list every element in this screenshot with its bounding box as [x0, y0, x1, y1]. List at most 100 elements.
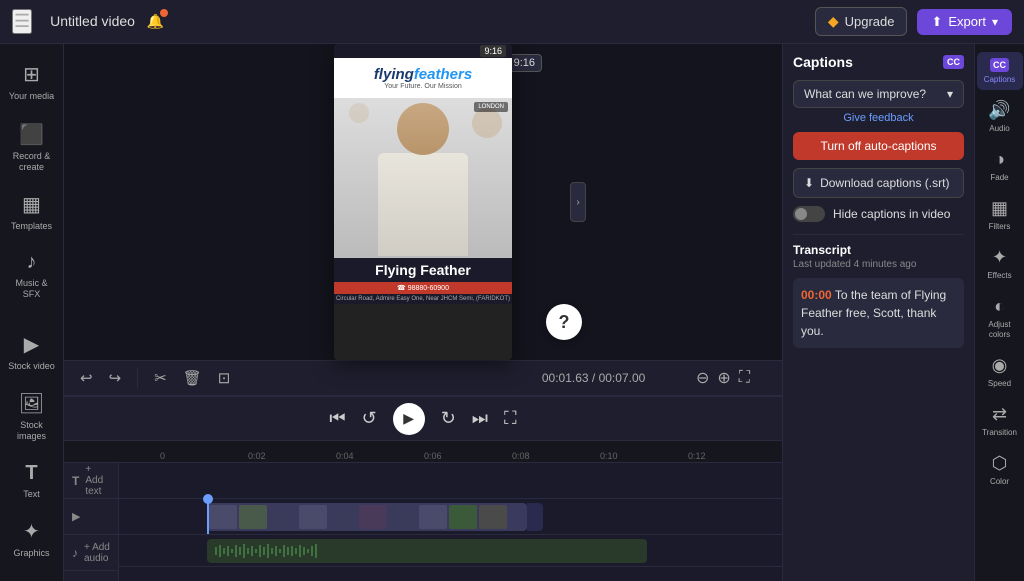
- sidebar-item-effects[interactable]: ✦ Effects: [977, 241, 1023, 286]
- panel-header: Captions CC: [793, 54, 964, 70]
- clip-thumbnail-10: [479, 505, 507, 529]
- delete-button[interactable]: 🗑: [179, 367, 206, 389]
- improve-button[interactable]: What can we improve? ▾: [793, 80, 964, 108]
- clip-end: [527, 503, 543, 531]
- topbar: ☰ Untitled video 🔔 ◆ Upgrade ⬆ Export ▾: [0, 0, 1024, 44]
- playhead[interactable]: [207, 499, 209, 534]
- clip-thumbnail-4: [299, 505, 327, 529]
- upload-icon: ⬆: [931, 14, 942, 30]
- sidebar-item-stock-video[interactable]: ▶ Stock video: [4, 324, 60, 379]
- transition-icon: ⇄: [992, 404, 1007, 425]
- fullscreen-button[interactable]: ⛶: [504, 408, 517, 429]
- sidebar-item-transition[interactable]: ⇄ Transition: [977, 398, 1023, 443]
- main-area: ⊞ Your media ⬛ Record &create ▦ Template…: [0, 44, 1024, 581]
- sidebar-item-captions[interactable]: CC Captions: [977, 52, 1023, 90]
- diamond-icon: ◆: [828, 13, 839, 30]
- color-icon: ⬡: [992, 453, 1008, 474]
- timeline-controls: ↩ ↪ ✂ 🗑 ⊡ 00:01.63 / 00:07.00 ⊖ ⊕ ⛶: [64, 360, 782, 396]
- hide-captions-toggle[interactable]: [793, 206, 825, 222]
- clip-thumbnail-5: [329, 505, 357, 529]
- sidebar-item-record-create[interactable]: ⬛ Record &create: [4, 114, 60, 181]
- rewind-button[interactable]: ↺: [362, 408, 377, 429]
- clip-thumbnail-1: [209, 505, 237, 529]
- play-button[interactable]: ▶: [393, 403, 425, 435]
- speed-icon: ◉: [992, 355, 1008, 376]
- sidebar-item-audio[interactable]: 🔊 Audio: [977, 94, 1023, 139]
- sidebar-item-templates[interactable]: ▦ Templates: [4, 184, 60, 239]
- video-track-icon: ▶: [72, 510, 80, 523]
- sidebar-item-stock-images[interactable]: 🖼 Stockimages: [4, 383, 60, 450]
- video-track-row: [119, 499, 782, 535]
- audio-track-label[interactable]: ♪ + Add audio: [64, 535, 118, 571]
- video-top-bar: 9:16: [334, 44, 512, 58]
- sidebar-item-speed[interactable]: ◉ Speed: [977, 349, 1023, 394]
- audio-icon: 🔊: [988, 100, 1010, 121]
- toggle-knob: [795, 208, 807, 220]
- help-button[interactable]: ?: [546, 304, 582, 340]
- export-button[interactable]: ⬆ Export ▾: [917, 9, 1012, 35]
- video-bottom-bar: Circular Road, Admire Easy One, Near JHC…: [334, 294, 512, 304]
- timeline-tracks[interactable]: [119, 463, 782, 581]
- adjust-colors-icon: ◐: [994, 296, 1005, 317]
- skip-to-end-button[interactable]: ⏭: [472, 408, 488, 429]
- center-area: 9:16 9:16 flyingfeathers Your Future. Ou…: [64, 44, 782, 581]
- video-track-label[interactable]: ▶: [64, 499, 118, 535]
- video-person-area: LONDON: [334, 98, 512, 258]
- chevron-down-icon: ▾: [947, 87, 953, 101]
- redo-button[interactable]: ↪: [105, 367, 126, 389]
- sidebar-item-filters[interactable]: ▦ Filters: [977, 192, 1023, 237]
- text-track-label[interactable]: T + Add text: [64, 463, 118, 499]
- menu-button[interactable]: ☰: [12, 9, 32, 34]
- fit-to-screen-button[interactable]: ⛶: [739, 368, 750, 388]
- transcript-section: Transcript Last updated 4 minutes ago 00…: [793, 234, 964, 348]
- playhead-head: [203, 494, 213, 504]
- zoom-controls: ⊖ ⊕ ⛶: [696, 368, 750, 388]
- time-display: 00:01.63 / 00:07.00: [542, 371, 645, 385]
- chevron-down-icon: ▾: [992, 15, 998, 29]
- video-contact-bar: ☎ 98880-60900: [334, 282, 512, 294]
- forward-button[interactable]: ↻: [441, 408, 456, 429]
- sidebar-item-transitions[interactable]: ⇄ Transitions: [4, 570, 60, 581]
- download-srt-button[interactable]: ⬇ Download captions (.srt): [793, 168, 964, 198]
- playback-controls: ⏮ ↺ ▶ ↻ ⏭ ⛶: [64, 396, 782, 440]
- canvas-area: 9:16 9:16 flyingfeathers Your Future. Ou…: [64, 44, 782, 360]
- collapse-panel-button[interactable]: ›: [570, 182, 586, 222]
- zoom-in-button[interactable]: ⊕: [717, 368, 730, 388]
- stock-images-icon: 🖼: [19, 391, 44, 416]
- auto-captions-button[interactable]: Turn off auto-captions: [793, 132, 964, 160]
- timeline-left-col: T + Add text ▶ ♪ + Add audio: [64, 463, 119, 581]
- upgrade-button[interactable]: ◆ Upgrade: [815, 7, 908, 36]
- audio-track-icon: ♪: [72, 546, 78, 560]
- waveform-svg: [215, 543, 635, 559]
- transcript-text[interactable]: 00:00 To the team of Flying Feather free…: [793, 278, 964, 348]
- sidebar-item-text[interactable]: T Text: [4, 454, 60, 507]
- sidebar-item-fade[interactable]: ◑ Fade: [977, 143, 1023, 188]
- captions-icon: CC: [990, 58, 1009, 72]
- ruler-ticks: 0 0:02 0:04 0:06 0:08 0:10 0:12: [72, 441, 782, 463]
- video-clip[interactable]: [207, 503, 527, 531]
- zoom-out-button[interactable]: ⊖: [696, 368, 709, 388]
- graphics-icon: ✦: [23, 519, 40, 544]
- text-track-row: [119, 463, 782, 499]
- sidebar-item-music-sfx[interactable]: ♪ Music & SFX: [4, 243, 60, 308]
- skip-to-start-button[interactable]: ⏮: [329, 408, 345, 429]
- feedback-link[interactable]: Give feedback: [793, 112, 964, 124]
- clip-thumbnail-9: [449, 505, 477, 529]
- left-sidebar: ⊞ Your media ⬛ Record &create ▦ Template…: [0, 44, 64, 581]
- sidebar-item-graphics[interactable]: ✦ Graphics: [4, 511, 60, 566]
- filters-icon: ▦: [991, 198, 1008, 219]
- fade-icon: ◑: [994, 149, 1005, 170]
- notification-icon[interactable]: 🔔: [147, 13, 164, 30]
- captions-content: Captions CC What can we improve? ▾ Give …: [783, 44, 974, 581]
- sidebar-item-adjust-colors[interactable]: ◐ Adjustcolors: [977, 290, 1023, 345]
- cut-button[interactable]: ✂: [150, 367, 171, 389]
- captions-panel: Captions CC What can we improve? ▾ Give …: [782, 44, 974, 581]
- right-icon-sidebar: CC Captions 🔊 Audio ◑ Fade ▦ Filters ✦ E…: [974, 44, 1024, 581]
- notif-dot: [160, 9, 168, 17]
- sidebar-item-your-media[interactable]: ⊞ Your media: [4, 54, 60, 110]
- copy-button[interactable]: ⊡: [214, 367, 235, 389]
- transcript-header: Transcript: [793, 243, 964, 257]
- sidebar-item-color[interactable]: ⬡ Color: [977, 447, 1023, 492]
- undo-button[interactable]: ↩: [76, 367, 97, 389]
- text-icon: T: [25, 462, 37, 485]
